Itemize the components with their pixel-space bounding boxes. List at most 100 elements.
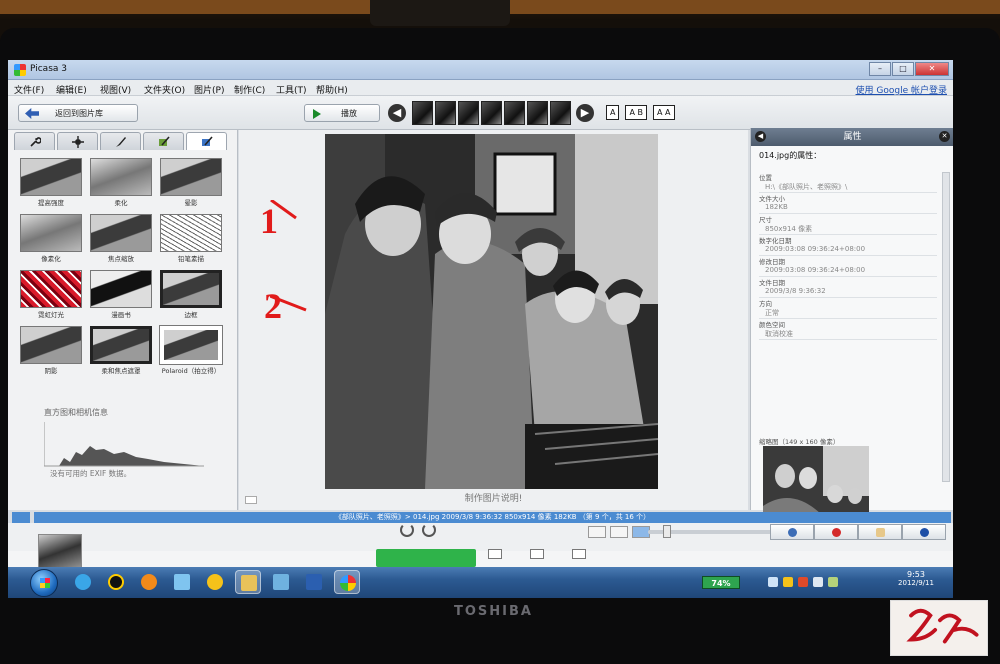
network-icon[interactable] (768, 577, 778, 587)
tab-tuning[interactable] (57, 132, 98, 150)
taskbar-folder[interactable] (235, 570, 261, 594)
menu-folder[interactable]: 文件夹(O) (144, 83, 185, 96)
tab-effects[interactable] (100, 132, 141, 150)
effect-tile[interactable]: 阴影 (18, 326, 84, 376)
places-button[interactable] (814, 524, 858, 540)
google-account-link[interactable]: 使用 Google 帐户登录 (856, 83, 947, 96)
taskbar-picasa[interactable] (334, 570, 360, 594)
tags-button[interactable] (858, 524, 902, 540)
tray-thumbnail[interactable] (38, 534, 82, 570)
effects-grid: 提高强度 柔化 晕影像素化 焦点缩放 铅笔素描霓虹灯光 漫画书 边框阴影 柔和焦点遮罩 Pola… (18, 158, 224, 376)
back-to-library-button[interactable]: 返回到图片库 (18, 104, 138, 122)
email-icon[interactable] (488, 549, 502, 559)
taskbar-word[interactable] (301, 570, 327, 594)
rotate-right-icon[interactable] (422, 523, 436, 537)
filmstrip-thumb[interactable] (481, 101, 502, 125)
menu-picture[interactable]: 图片(P) (194, 83, 224, 96)
minimize-button[interactable]: – (869, 62, 891, 76)
photo-tray (8, 551, 953, 567)
volume-icon[interactable] (813, 577, 823, 587)
tab-basic-fixes[interactable] (14, 132, 55, 150)
caption-prompt[interactable]: 制作图片说明! (239, 491, 748, 504)
filmstrip-thumb[interactable] (504, 101, 525, 125)
effect-tile[interactable]: 漫画书 (88, 270, 154, 320)
properties-button[interactable] (902, 524, 946, 540)
play-icon (313, 109, 321, 119)
effect-thumbnail (90, 214, 152, 252)
effect-tile[interactable]: 铅笔素描 (158, 214, 224, 264)
battery-indicator[interactable]: 74% (702, 576, 740, 589)
info-toggle-icon[interactable] (12, 512, 30, 523)
main-photo[interactable] (325, 134, 658, 489)
effect-thumbnail (159, 325, 223, 365)
wifi-icon[interactable] (828, 577, 838, 587)
effect-tile[interactable]: 晕影 (158, 158, 224, 208)
effect-tile[interactable]: 像素化 (18, 214, 84, 264)
zoom-slider-handle[interactable] (663, 525, 671, 538)
print-icon[interactable] (530, 549, 544, 559)
start-button[interactable] (30, 569, 58, 597)
title-bar: Picasa 3 – □ ✕ (8, 60, 953, 80)
view-size-large-icon[interactable] (610, 526, 628, 538)
filmstrip-thumb[interactable] (458, 101, 479, 125)
menu-create[interactable]: 制作(C) (234, 83, 265, 96)
effect-label: 阴影 (44, 367, 58, 375)
filmstrip-thumb[interactable] (527, 101, 548, 125)
properties-scrollbar[interactable] (942, 172, 950, 482)
taskbar-ie[interactable] (70, 570, 96, 594)
filmstrip-thumb[interactable] (435, 101, 456, 125)
effect-tile[interactable]: 霓虹灯光 (18, 270, 84, 320)
maximize-button[interactable]: □ (892, 62, 914, 76)
previous-photo-arrow-icon[interactable]: ◀ (388, 104, 406, 122)
tab-creative[interactable] (186, 132, 227, 150)
menu-file[interactable]: 文件(F) (14, 83, 44, 96)
picasa-taskbar-icon (340, 575, 356, 591)
effect-tile[interactable]: 焦点缩放 (88, 214, 154, 264)
view-size-small-icon[interactable] (588, 526, 606, 538)
menu-edit[interactable]: 编辑(E) (56, 83, 87, 96)
effect-tile[interactable]: 柔和焦点遮罩 (88, 326, 154, 376)
photo-viewer-icon (273, 574, 289, 590)
picasa-icon (14, 64, 26, 76)
taskbar-media[interactable] (136, 570, 162, 594)
close-panel-icon[interactable]: ✕ (939, 131, 950, 142)
caption-mode-aa[interactable]: A A (653, 105, 675, 120)
menu-help[interactable]: 帮助(H) (316, 83, 348, 96)
property-row: 数字化日期 2009:03:08 09:36:24+08:00 (759, 235, 937, 256)
taskbar-qq[interactable] (103, 570, 129, 594)
next-photo-arrow-icon[interactable]: ▶ (576, 104, 594, 122)
menu-view[interactable]: 视图(V) (100, 83, 131, 96)
upload-button[interactable] (376, 549, 476, 567)
qq-penguin-icon (108, 574, 124, 590)
flag-icon[interactable] (798, 577, 808, 587)
effect-thumbnail (160, 214, 222, 252)
filmstrip-thumb[interactable] (412, 101, 433, 125)
filmstrip-thumb[interactable] (550, 101, 571, 125)
effect-tile[interactable]: Polaroid（拍立得） (158, 325, 224, 376)
effect-tile[interactable]: 提高强度 (18, 158, 84, 208)
caption-mode-ab[interactable]: A B (625, 105, 647, 120)
caption-mode-group: A A B A A (606, 105, 675, 120)
taskbar-pen[interactable] (169, 570, 195, 594)
people-button[interactable] (770, 524, 814, 540)
export-icon[interactable] (572, 549, 586, 559)
window-title: Picasa 3 (30, 64, 67, 74)
rotate-left-icon[interactable] (400, 523, 414, 537)
caption-mode-a[interactable]: A (606, 105, 620, 120)
close-button[interactable]: ✕ (915, 62, 949, 76)
collapse-panel-icon[interactable]: ◀ (755, 131, 766, 142)
effect-tile[interactable]: 边框 (158, 270, 224, 320)
effect-label: 晕影 (184, 199, 198, 207)
clock[interactable]: 9:53 2012/9/11 (886, 570, 946, 587)
effect-tile[interactable]: 柔化 (88, 158, 154, 208)
effect-thumbnail (160, 270, 222, 308)
taskbar-photos[interactable] (268, 570, 294, 594)
menu-tools[interactable]: 工具(T) (276, 83, 307, 96)
taskbar-chat[interactable] (202, 570, 228, 594)
tab-more-effects[interactable] (143, 132, 184, 150)
annotation-number-1: 1 (260, 201, 278, 241)
effect-thumbnail (160, 158, 222, 196)
qq-tray-icon[interactable] (783, 577, 793, 587)
property-key: 方向 (759, 300, 772, 308)
slideshow-play-button[interactable]: 播放 (304, 104, 380, 122)
